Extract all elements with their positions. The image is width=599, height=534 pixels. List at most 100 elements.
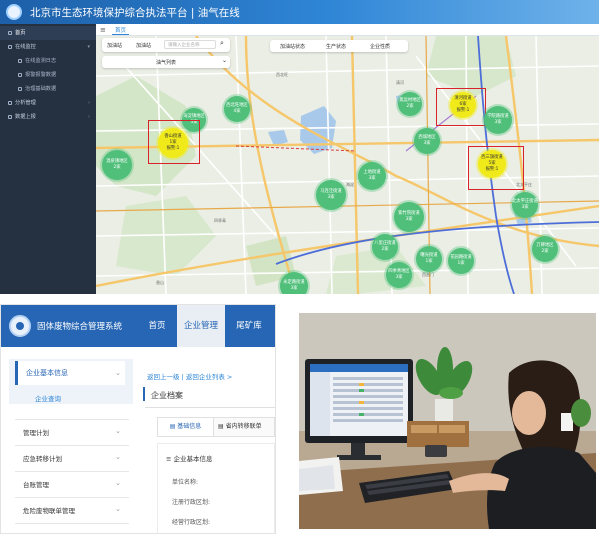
map-search-panel: 加油站 加油站 请输入企业名称 ⌕ [102, 38, 230, 52]
chevron-down-icon: ⌄ [115, 427, 121, 435]
svg-text:香山: 香山 [156, 279, 164, 285]
chevron-down-icon: ▾ [87, 44, 90, 50]
alarm-highlight-box [468, 146, 524, 190]
chevron-right-icon: › [88, 100, 90, 106]
waste-logo-icon [9, 315, 31, 337]
cluster-marker[interactable]: 花园路街道 1家 [448, 248, 474, 274]
cluster-marker[interactable]: 马连洼街道 3家 [316, 180, 346, 210]
sidebar-item-monitor-log[interactable]: 在线监测日志 [0, 54, 96, 68]
search-icon[interactable]: ⌕ [220, 39, 224, 48]
station-status-filter[interactable]: 加油站状态 [280, 43, 305, 50]
chevron-down-icon: ⌄ [115, 505, 121, 513]
document-icon: ▤ [169, 423, 176, 430]
cluster-marker[interactable]: 西城地区 3家 [414, 128, 440, 154]
cluster-marker[interactable]: 四季青地区 3家 [386, 262, 412, 288]
chevron-down-icon: ⌄ [222, 57, 228, 64]
cluster-marker[interactable]: 八里庄街道 2家 [372, 234, 398, 260]
nav-enterprise-management[interactable]: 企业管理 [177, 305, 225, 347]
field-business-district: 经营行政区划: [172, 519, 211, 526]
enforcement-platform-window: 北京市生态环境保护综合执法平台 | 油气在线 首页 在线监控 ▾ 在线监测日志 报… [0, 0, 599, 294]
menu-item-emergency-transfer[interactable]: 应急转移计划 ⌄ [23, 453, 125, 463]
photo-illustration [299, 313, 596, 529]
cluster-marker[interactable]: 奥运村地区 2家 [398, 92, 422, 116]
sidebar-item-home[interactable]: 首页 [0, 26, 96, 40]
nav-home[interactable]: 首页 [139, 305, 175, 347]
solid-waste-system-window: 固体废物综合管理系统 首页 企业管理 尾矿库 企业基本信息 ⌄ 企业查询 管理计… [0, 304, 276, 534]
waste-sidebar: 企业基本信息 ⌄ 企业查询 管理计划 ⌄ 应急转移计划 ⌄ 台账管理 ⌄ 危险废物联单… [1, 347, 136, 533]
cluster-marker[interactable]: 永定路街道 3家 [280, 272, 308, 294]
cluster-marker[interactable]: 万柳地区 2家 [532, 236, 558, 262]
monitor-icon [8, 44, 12, 49]
menu-toggle-icon[interactable]: ≡ [100, 26, 106, 34]
tab-basic-info[interactable]: ▤ 基础信息 [158, 418, 214, 436]
menu-divider [15, 523, 129, 524]
svg-text:海淀: 海淀 [346, 181, 354, 187]
alarm-icon [18, 72, 22, 77]
station-button-2[interactable]: 加油站 [136, 42, 151, 49]
platform-header: 北京市生态环境保护综合执法平台 | 油气在线 [0, 0, 599, 24]
menu-divider [15, 419, 129, 420]
nav-tailings-pond[interactable]: 尾矿库 [229, 305, 269, 347]
menu-item-hazardous-manifest[interactable]: 危险废物联单管理 ⌄ [23, 505, 125, 515]
cluster-marker[interactable]: 西北旺地区 4家 [224, 96, 250, 122]
platform-tab-bar: ≡ 首页 [96, 24, 599, 36]
breadcrumb[interactable]: 返回上一级 | 返回企业列表 > [147, 371, 232, 381]
svg-text:西北旺: 西北旺 [276, 71, 288, 77]
composite-screenshot: 北京市生态环境保护综合执法平台 | 油气在线 首页 在线监控 ▾ 在线监测日志 报… [0, 0, 599, 534]
menu-item-ledger[interactable]: 台账管理 ⌄ [23, 479, 125, 489]
menu-divider [15, 497, 129, 498]
menu-divider [15, 471, 129, 472]
title-accent-bar [143, 387, 145, 401]
menu-item-enterprise-query[interactable]: 企业查询 [35, 393, 61, 403]
alarm-highlight-box [436, 88, 486, 126]
production-status-filter[interactable]: 生产状态 [326, 43, 346, 50]
cluster-marker[interactable]: 紫竹院街道 3家 [394, 202, 424, 232]
field-registered-district: 注册行政区划: [172, 499, 211, 506]
cluster-marker[interactable]: 温泉镇地区 2家 [102, 150, 132, 180]
enterprise-info-section: ≡ 企业基本信息 单位名称: 注册行政区划: 经营行政区划: [157, 443, 275, 533]
waste-header: 固体废物综合管理系统 首页 企业管理 尾矿库 [1, 305, 275, 347]
oil-gas-list-panel[interactable]: 油气列表 ⌄ [102, 56, 230, 68]
cluster-marker[interactable]: 学院路街道 3家 [484, 106, 512, 134]
sidebar-item-alarm-data[interactable]: 报警报警数据 [0, 68, 96, 82]
field-unit-name: 单位名称: [172, 479, 199, 486]
menu-item-management-plan[interactable]: 管理计划 ⌄ [23, 427, 125, 437]
enterprise-search-input[interactable]: 请输入企业名称 [164, 40, 216, 49]
office-worker-photo [299, 313, 596, 529]
home-icon [8, 30, 12, 35]
menu-group-enterprise-info[interactable]: 企业基本信息 ⌄ [15, 361, 125, 385]
platform-sidebar: 首页 在线监控 ▾ 在线监测日志 报警报警数据 治理基础数据 分析管理 › 数据上报… [0, 24, 96, 294]
document-icon: ▤ [218, 423, 224, 430]
sidebar-item-base-data[interactable]: 治理基础数据 [0, 82, 96, 96]
analysis-icon [8, 100, 12, 105]
chevron-down-icon: ⌄ [115, 479, 121, 487]
upload-icon [8, 114, 12, 119]
svg-text:清河: 清河 [396, 79, 404, 85]
menu-divider [15, 445, 129, 446]
sidebar-item-monitoring[interactable]: 在线监控 ▾ [0, 40, 96, 54]
map-view[interactable]: 西山西北旺清河 四季青海淀北太平庄 香山西直门 加油站 加油站 请输入企业名称 … [96, 36, 599, 294]
oil-gas-list-label: 油气列表 [156, 60, 177, 66]
alarm-highlight-box [148, 120, 200, 164]
waste-system-title: 固体废物综合管理系统 [37, 322, 123, 332]
section-title: ≡ 企业基本信息 [166, 455, 213, 463]
map-filter-bar: 加油站状态 生产状态 企业性质 [270, 40, 408, 52]
archive-tabs: ▤ 基础信息 ▤ 省内转移联单 [157, 417, 275, 437]
chevron-down-icon: ⌄ [115, 453, 121, 461]
chevron-right-icon: › [88, 114, 90, 120]
cluster-marker[interactable]: 北太平庄街道 3家 [512, 192, 538, 218]
tab-intra-province-transfer[interactable]: ▤ 省内转移联单 [218, 418, 262, 436]
platform-title: 北京市生态环境保护综合执法平台 | 油气在线 [30, 7, 240, 19]
sidebar-item-upload[interactable]: 数据上报 › [0, 110, 96, 124]
cluster-marker[interactable]: 曙光街道 1家 [416, 246, 442, 272]
enterprise-type-filter[interactable]: 企业性质 [370, 43, 390, 50]
sidebar-item-analysis[interactable]: 分析管理 › [0, 96, 96, 110]
svg-text:四季青: 四季青 [214, 217, 226, 223]
title-divider [145, 407, 275, 408]
station-button-1[interactable]: 加油站 [107, 42, 122, 49]
list-icon: ≡ [166, 455, 172, 463]
chevron-down-icon: ⌄ [115, 369, 121, 377]
waste-main-content: 返回上一级 | 返回企业列表 > 企业档案 ▤ 基础信息 ▤ 省内转移联单 ≡ … [139, 347, 275, 533]
cluster-marker[interactable]: 上地街道 3家 [358, 162, 386, 190]
tab-home[interactable]: 首页 [112, 26, 130, 35]
